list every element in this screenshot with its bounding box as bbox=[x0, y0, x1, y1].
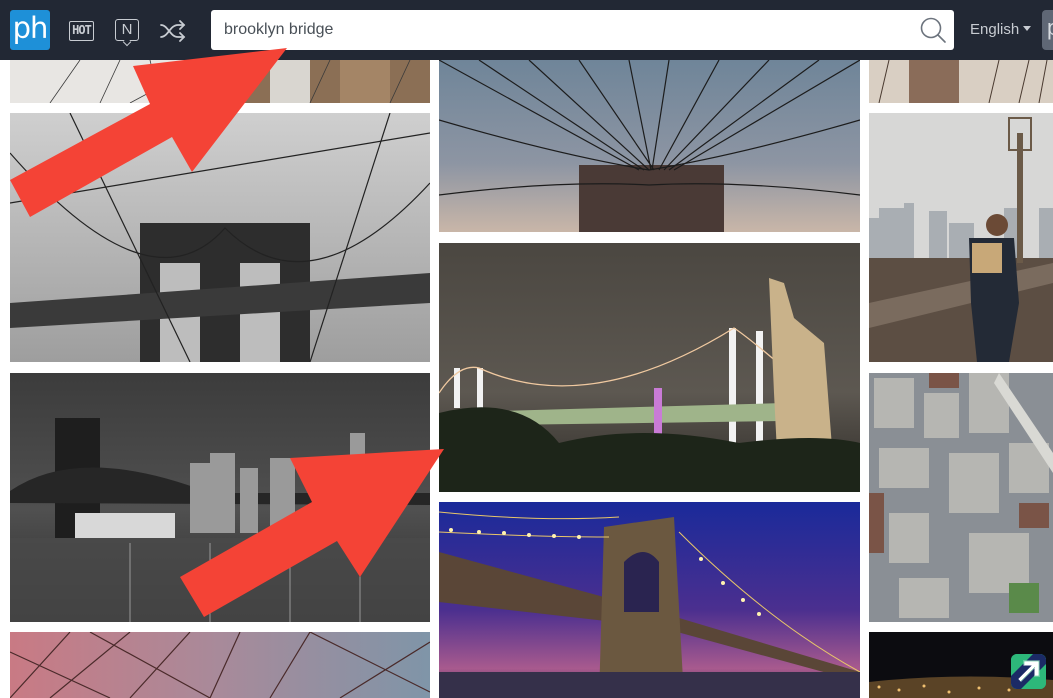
navbar: ph HOT N English p bbox=[0, 0, 1053, 60]
photo-bridge-tower-closeup[interactable] bbox=[869, 60, 1053, 103]
search-input[interactable] bbox=[211, 10, 911, 50]
logo[interactable]: ph bbox=[10, 10, 50, 50]
photo-bridge-tower-dusk[interactable] bbox=[439, 60, 860, 232]
photo-pink-cables[interactable] bbox=[10, 632, 430, 698]
new-icon[interactable]: N bbox=[115, 19, 139, 41]
photo-brooklyn-bridge-twilight[interactable] bbox=[439, 502, 860, 698]
search-icon[interactable] bbox=[918, 15, 948, 45]
language-dropdown[interactable]: English bbox=[970, 21, 1032, 38]
chevron-down-icon bbox=[1023, 26, 1032, 31]
shuffle-icon[interactable] bbox=[160, 20, 186, 42]
photo-rainbow-bridge[interactable] bbox=[439, 243, 860, 492]
photo-bw-bridge[interactable] bbox=[10, 113, 430, 362]
hot-icon[interactable]: HOT bbox=[69, 21, 94, 41]
photo-bw-skyline-night[interactable] bbox=[10, 373, 430, 622]
search-box bbox=[211, 10, 954, 50]
user-button[interactable]: p bbox=[1042, 10, 1053, 50]
photo-man-backpack-bridge[interactable] bbox=[869, 113, 1053, 362]
extension-badge[interactable] bbox=[1011, 654, 1046, 689]
photo-aerial-city[interactable] bbox=[869, 373, 1053, 622]
arrow-up-right-icon bbox=[1011, 654, 1046, 689]
language-label: English bbox=[970, 21, 1020, 38]
photo-bridge-cables-tower[interactable] bbox=[10, 60, 430, 103]
